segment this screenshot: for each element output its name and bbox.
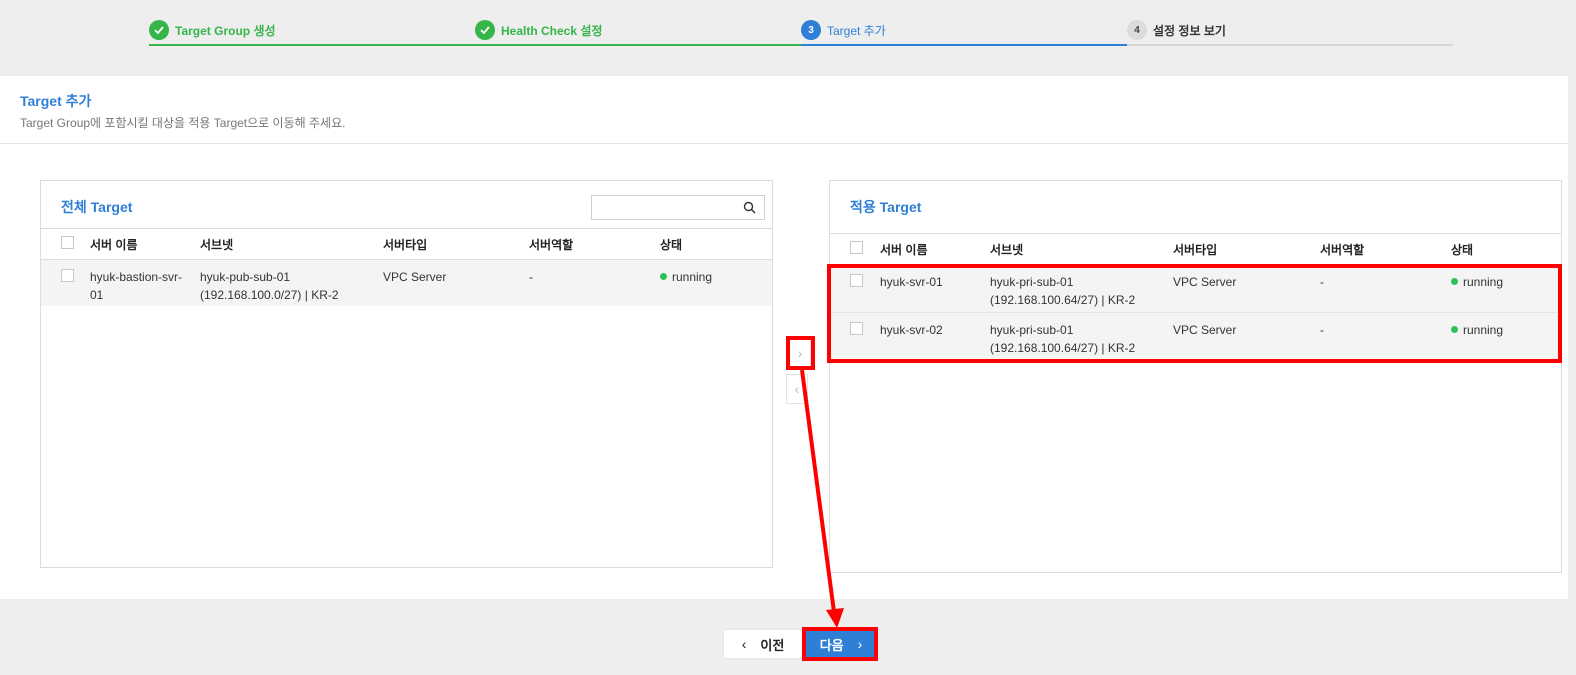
move-left-button[interactable]: ‹ xyxy=(786,374,808,404)
chevron-left-icon: ‹ xyxy=(794,381,800,397)
column-header-status: 상태 xyxy=(660,228,772,260)
table-header-row: 서버 이름 서브넷 서버타입 서버역할 상태 xyxy=(830,233,1561,265)
table-row[interactable]: hyuk-bastion-svr-01 hyuk-pub-sub-01 (192… xyxy=(41,259,772,306)
status-cell: running xyxy=(1451,264,1561,313)
all-targets-table: 서버 이름 서브넷 서버타입 서버역할 상태 hyuk-bastion-svr-… xyxy=(41,228,772,306)
column-header-server-type: 서버타입 xyxy=(383,228,529,260)
table-row[interactable]: hyuk-svr-01 hyuk-pri-sub-01 (192.168.100… xyxy=(830,264,1561,313)
status-text: running xyxy=(1463,323,1504,337)
column-header-role: 서버역할 xyxy=(529,228,660,260)
move-right-button[interactable]: › xyxy=(789,338,811,368)
all-targets-box: 전체 Target 서버 이름 서브넷 서버타입 서버역할 상태 hyuk-ba… xyxy=(40,180,773,568)
applied-targets-title: 적용 Target xyxy=(850,199,922,215)
status-cell: running xyxy=(660,259,772,306)
column-header-server-type: 서버타입 xyxy=(1173,233,1320,265)
server-type: VPC Server xyxy=(1173,312,1320,361)
chevron-right-icon: › xyxy=(797,345,803,361)
table-row[interactable]: hyuk-svr-02 hyuk-pri-sub-01 (192.168.100… xyxy=(830,312,1561,361)
column-header-subnet: 서브넷 xyxy=(990,233,1173,265)
applied-targets-table: 서버 이름 서브넷 서버타입 서버역할 상태 hyuk-svr-01 hyuk-… xyxy=(830,233,1561,361)
search-icon[interactable] xyxy=(743,201,756,214)
chevron-right-icon: › xyxy=(857,636,863,652)
status-dot xyxy=(1451,278,1458,285)
step-health-check: Health Check 설정 xyxy=(475,16,801,46)
status-dot xyxy=(660,273,667,280)
column-header-name: 서버 이름 xyxy=(90,228,200,260)
subnet: hyuk-pri-sub-01 (192.168.100.64/27) | KR… xyxy=(990,264,1173,313)
server-role: - xyxy=(529,259,660,306)
check-icon xyxy=(475,20,495,40)
server-type: VPC Server xyxy=(383,259,529,306)
server-name: hyuk-bastion-svr-01 xyxy=(90,259,200,306)
step-number: 3 xyxy=(801,20,821,40)
column-header-name: 서버 이름 xyxy=(880,233,990,265)
step-number: 4 xyxy=(1127,20,1147,40)
row-checkbox[interactable] xyxy=(61,269,74,282)
step-label: Target Group 생성 xyxy=(175,23,276,38)
step-config-review: 4 설정 정보 보기 xyxy=(1127,16,1453,46)
select-all-checkbox[interactable] xyxy=(850,241,863,254)
step-target-group-create: Target Group 생성 xyxy=(149,16,475,46)
next-label: 다음 xyxy=(819,637,844,653)
chevron-left-icon: ‹ xyxy=(741,636,747,652)
wizard-stepper: Target Group 생성 Health Check 설정 3 Target… xyxy=(149,16,1453,46)
row-checkbox[interactable] xyxy=(850,274,863,287)
applied-targets-box: 적용 Target 서버 이름 서브넷 서버타입 서버역할 상태 hyuk-sv… xyxy=(829,180,1562,573)
server-name: hyuk-svr-02 xyxy=(880,312,990,361)
server-type: VPC Server xyxy=(1173,264,1320,313)
target-add-panel: Target 추가 Target Group에 포함시킬 대상을 적용 Targ… xyxy=(0,76,1568,599)
column-header-status: 상태 xyxy=(1451,233,1561,265)
previous-label: 이전 xyxy=(760,637,785,653)
step-label: Target 추가 xyxy=(827,23,886,38)
step-target-add: 3 Target 추가 xyxy=(801,16,1127,46)
column-header-subnet: 서브넷 xyxy=(200,228,383,260)
step-label: 설정 정보 보기 xyxy=(1153,23,1226,38)
row-checkbox[interactable] xyxy=(850,322,863,335)
all-targets-title: 전체 Target xyxy=(61,199,133,215)
status-dot xyxy=(1451,326,1458,333)
target-search xyxy=(591,195,765,220)
page-title: Target 추가 xyxy=(20,93,92,109)
search-input[interactable] xyxy=(592,196,740,219)
step-label: Health Check 설정 xyxy=(501,23,603,38)
status-cell: running xyxy=(1451,312,1561,361)
server-role: - xyxy=(1320,312,1451,361)
page-description: Target Group에 포함시킬 대상을 적용 Target으로 이동해 주… xyxy=(20,116,346,130)
select-all-checkbox[interactable] xyxy=(61,236,74,249)
status-text: running xyxy=(1463,275,1504,289)
next-button[interactable]: 다음 › xyxy=(806,629,876,659)
previous-button[interactable]: ‹ 이전 xyxy=(723,629,803,659)
subnet: hyuk-pub-sub-01 (192.168.100.0/27) | KR-… xyxy=(200,259,383,306)
panel-header: Target 추가 Target Group에 포함시킬 대상을 적용 Targ… xyxy=(0,76,1568,144)
column-header-role: 서버역할 xyxy=(1320,233,1451,265)
server-name: hyuk-svr-01 xyxy=(880,264,990,313)
table-header-row: 서버 이름 서브넷 서버타입 서버역할 상태 xyxy=(41,228,772,260)
status-text: running xyxy=(672,270,713,284)
subnet: hyuk-pri-sub-01 (192.168.100.64/27) | KR… xyxy=(990,312,1173,361)
check-icon xyxy=(149,20,169,40)
server-role: - xyxy=(1320,264,1451,313)
